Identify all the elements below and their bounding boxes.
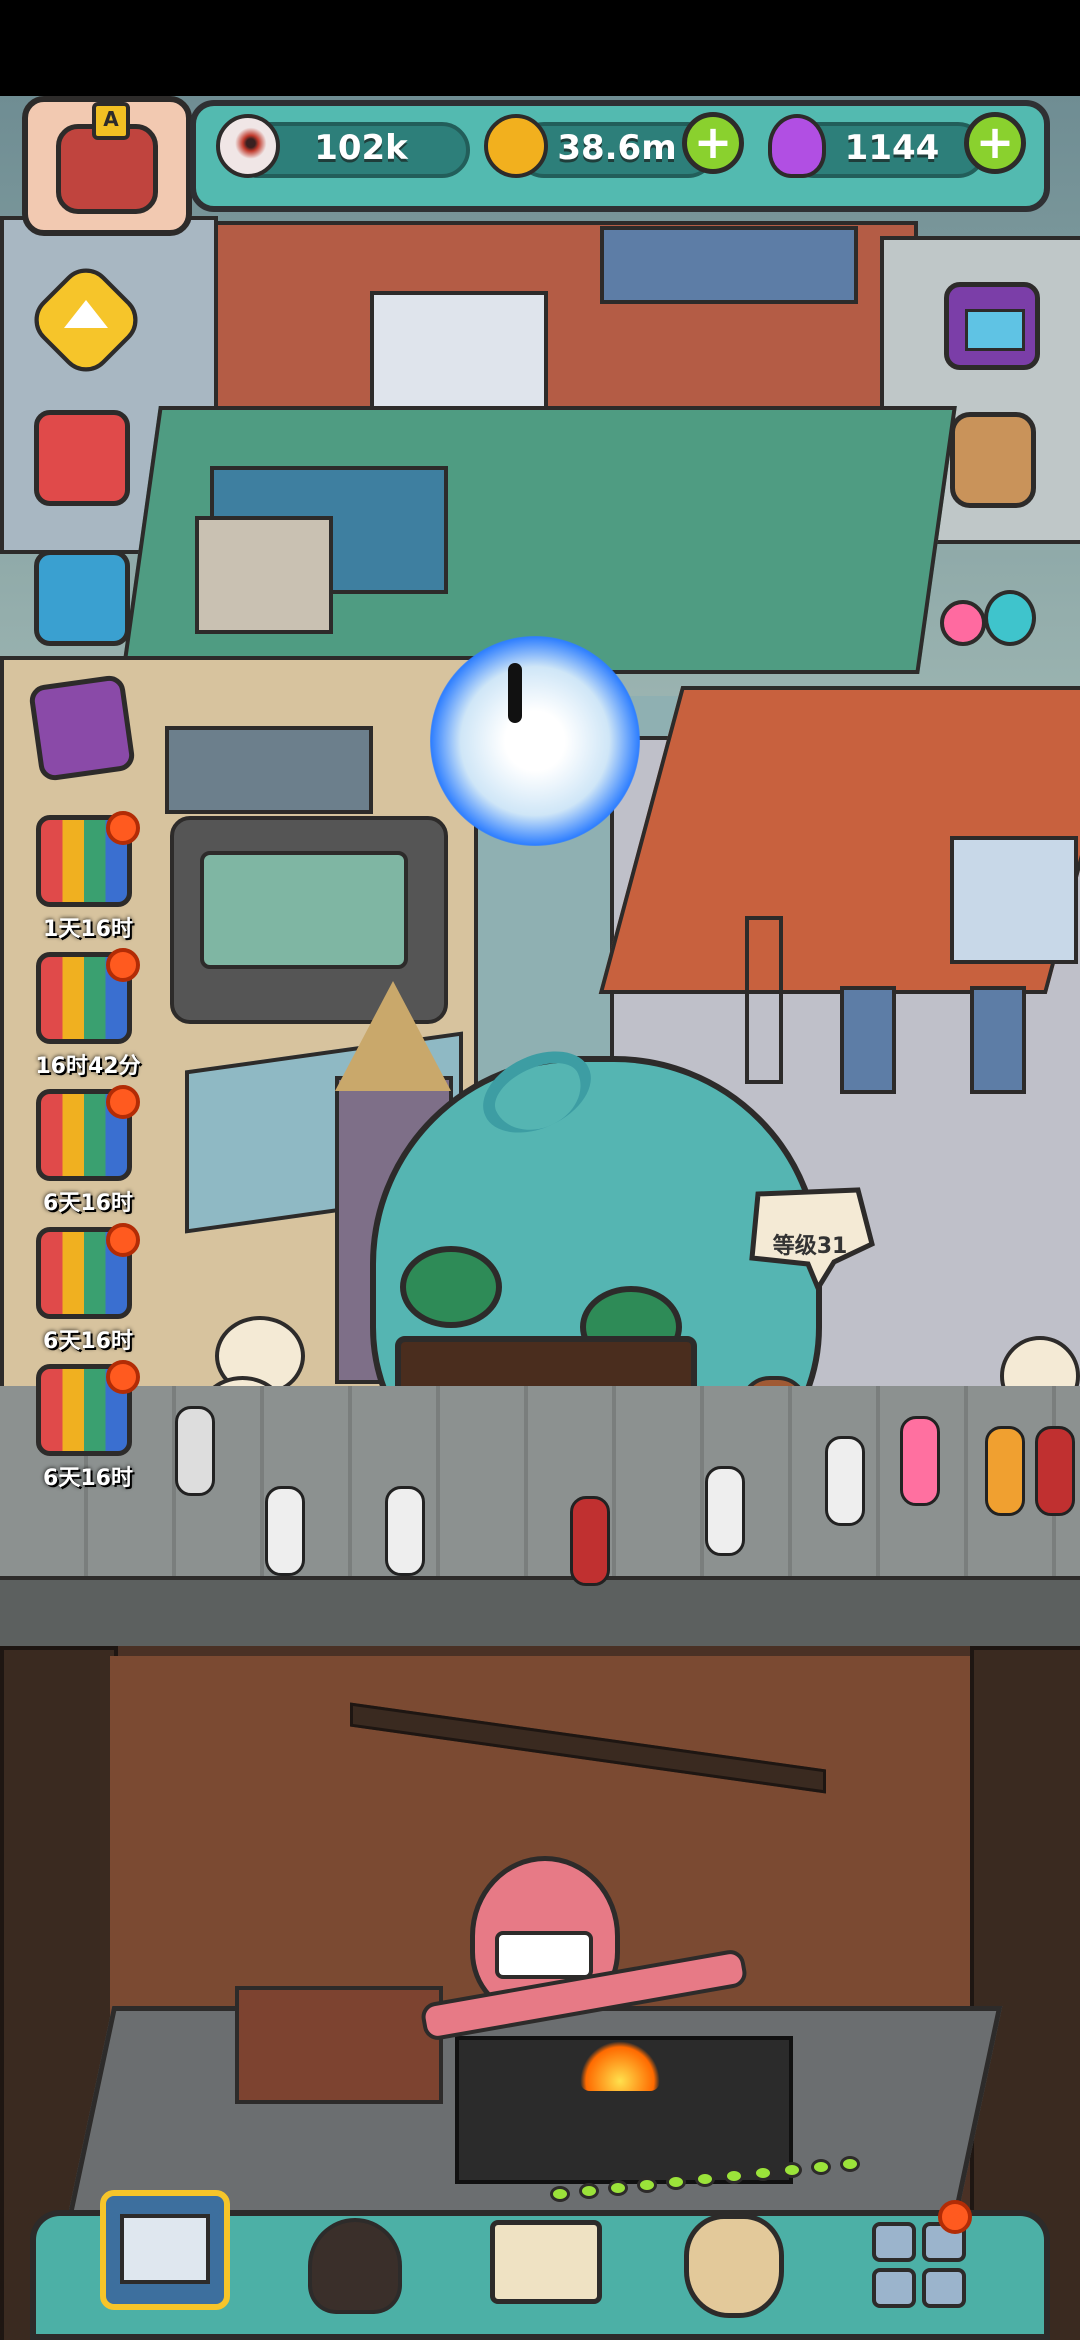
add-potions-button[interactable]: + bbox=[964, 112, 1026, 174]
customer[interactable] bbox=[705, 1466, 745, 1556]
progress-light bbox=[666, 2174, 686, 2190]
notification-badge bbox=[106, 1085, 140, 1119]
status-bar bbox=[0, 0, 1080, 96]
portal-eye[interactable] bbox=[430, 636, 640, 846]
monster-icon bbox=[308, 2218, 402, 2314]
customer[interactable] bbox=[985, 1426, 1025, 1516]
eyeball-icon bbox=[216, 114, 280, 178]
gift-timer: 6天16时 bbox=[43, 1191, 133, 1216]
right-window bbox=[970, 986, 1026, 1094]
portal-pupil bbox=[508, 663, 522, 723]
gift-timer: 16时42分 bbox=[35, 1054, 141, 1079]
notification-badge bbox=[938, 2200, 972, 2234]
progress-light bbox=[753, 2165, 773, 2181]
tv-screen-icon bbox=[965, 309, 1025, 351]
street-edge bbox=[0, 1576, 1080, 1654]
potion-icon bbox=[768, 114, 826, 178]
potions-value: 1144 bbox=[844, 128, 940, 168]
shop-icon bbox=[120, 2214, 210, 2284]
customer[interactable] bbox=[570, 1496, 610, 1586]
pet-icon bbox=[940, 600, 986, 646]
player-avatar[interactable]: A bbox=[22, 96, 192, 236]
customer[interactable] bbox=[1035, 1426, 1075, 1516]
grid-icon bbox=[922, 2268, 966, 2308]
backpack-button[interactable] bbox=[950, 412, 1036, 508]
monster-eye-left bbox=[400, 1246, 502, 1328]
nav-more-button[interactable] bbox=[860, 2200, 990, 2320]
nav-restaurant-button[interactable] bbox=[100, 2190, 230, 2310]
resource-bar: 102k 38.6m + 1144 + bbox=[190, 100, 1050, 212]
cooking-progress-lights bbox=[550, 2156, 870, 2202]
arrow-up-icon bbox=[64, 300, 108, 328]
customer[interactable] bbox=[900, 1416, 940, 1506]
swing bbox=[745, 916, 783, 1084]
cards-button[interactable] bbox=[27, 673, 137, 783]
timed-gift-button[interactable]: 1天16时 bbox=[18, 811, 158, 945]
add-coins-button[interactable]: + bbox=[682, 112, 744, 174]
gift-timer: 1天16时 bbox=[43, 917, 133, 942]
eyes-value: 102k bbox=[314, 128, 408, 168]
progress-light bbox=[579, 2183, 599, 2199]
notification-badge bbox=[106, 1223, 140, 1257]
tv-ad-button[interactable] bbox=[944, 282, 1040, 370]
monster-pets-button[interactable] bbox=[940, 560, 1040, 650]
coin-icon bbox=[484, 114, 548, 178]
book-icon bbox=[490, 2220, 602, 2304]
nav-monster-button[interactable] bbox=[290, 2200, 420, 2320]
notification-badge bbox=[106, 948, 140, 982]
progress-light bbox=[695, 2171, 715, 2187]
gift-box-button[interactable] bbox=[34, 550, 130, 646]
timed-gift-button[interactable]: 6天16时 bbox=[18, 1360, 158, 1494]
nav-bag-button[interactable] bbox=[670, 2200, 800, 2320]
progress-light bbox=[724, 2168, 744, 2184]
gift-timer: 6天16时 bbox=[43, 1466, 133, 1491]
money-bag-icon bbox=[684, 2214, 784, 2318]
customer[interactable] bbox=[825, 1436, 865, 1526]
menu-screen bbox=[200, 851, 408, 969]
notification-badge bbox=[106, 1360, 140, 1394]
customer[interactable] bbox=[385, 1486, 425, 1576]
tower-roof bbox=[335, 981, 451, 1091]
nav-recipe-book-button[interactable] bbox=[480, 2200, 610, 2320]
progress-light bbox=[637, 2177, 657, 2193]
gift-timer: 6天16时 bbox=[43, 1329, 133, 1354]
right-window bbox=[840, 986, 896, 1094]
stove-fire bbox=[580, 2041, 660, 2091]
progress-light bbox=[840, 2156, 860, 2172]
coins-value: 38.6m bbox=[557, 128, 677, 168]
customer[interactable] bbox=[265, 1486, 305, 1576]
customer[interactable] bbox=[175, 1406, 215, 1496]
rank-badge: A bbox=[92, 102, 130, 140]
pet-icon bbox=[984, 590, 1036, 646]
progress-light bbox=[811, 2159, 831, 2175]
timed-gift-button[interactable]: 6天16时 bbox=[18, 1223, 158, 1357]
game-scene[interactable]: 等级31 bbox=[0, 96, 1080, 2340]
gift-box-button[interactable] bbox=[34, 410, 130, 506]
blueprint-sign bbox=[950, 836, 1078, 964]
notification-badge bbox=[106, 811, 140, 845]
progress-light bbox=[608, 2180, 628, 2196]
building-window bbox=[600, 226, 858, 304]
level-label: 等级31 bbox=[772, 1234, 848, 1259]
chimney bbox=[195, 516, 333, 634]
timed-gift-button[interactable]: 6天16时 bbox=[18, 1085, 158, 1219]
grid-icon bbox=[872, 2222, 916, 2262]
grid-icon bbox=[872, 2268, 916, 2308]
timed-gift-button[interactable]: 16时42分 bbox=[18, 948, 158, 1082]
chef-teeth bbox=[495, 1931, 593, 1979]
left-window bbox=[165, 726, 373, 814]
progress-light bbox=[782, 2162, 802, 2178]
kitchen-counter bbox=[235, 1986, 443, 2104]
